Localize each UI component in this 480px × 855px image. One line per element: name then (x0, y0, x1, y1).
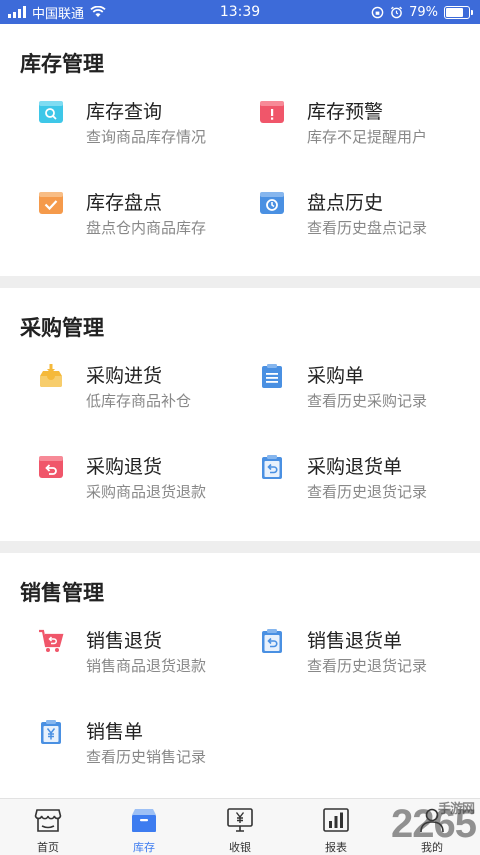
nav-inventory[interactable]: 库存 (96, 799, 192, 855)
bar-chart-icon (323, 808, 349, 832)
menu-item-title: 销售退货 (86, 630, 163, 652)
watermark-logo: 2265 手游网 (391, 801, 477, 847)
clipboard-return-icon (262, 629, 282, 653)
clipboard-list-icon (262, 364, 282, 388)
menu-item-subtitle: 采购商品退货退款 (86, 483, 207, 501)
section-sales: 销售管理 销售退货 销售商品退货退款 销售退货单 查看历史退货记录 销售单 查看… (0, 553, 480, 797)
menu-item-inventory-warning[interactable]: 库存预警 库存不足提醒用户 (259, 97, 479, 157)
nav-reports[interactable]: 报表 (288, 799, 384, 855)
clock: 13:39 (219, 4, 261, 20)
menu-item-subtitle: 库存不足提醒用户 (307, 128, 428, 146)
check-box-icon (39, 192, 63, 214)
menu-item-title: 销售退货单 (307, 630, 403, 652)
store-icon (34, 809, 62, 832)
menu-item-sales-order[interactable]: 销售单 查看历史销售记录 (38, 717, 258, 777)
menu-item-subtitle: 查询商品库存情况 (86, 128, 207, 146)
return-box-icon (39, 456, 63, 478)
menu-item-sales-return-order[interactable]: 销售退货单 查看历史退货记录 (259, 626, 479, 686)
menu-item-title: 库存查询 (86, 101, 163, 123)
menu-item-subtitle: 销售商品退货退款 (86, 657, 207, 675)
menu-item-purchase-stock[interactable]: 采购进货 低库存商品补仓 (38, 361, 258, 421)
menu-item-title: 采购退货单 (307, 456, 403, 478)
menu-item-inventory-query[interactable]: 库存查询 查询商品库存情况 (38, 97, 258, 157)
cashier-monitor-icon (227, 808, 253, 832)
section-divider (0, 541, 480, 553)
clipboard-yen-icon (41, 720, 61, 744)
inbox-download-icon (40, 364, 62, 387)
menu-item-subtitle: 查看历史销售记录 (86, 748, 207, 766)
menu-item-subtitle: 盘点仓内商品库存 (86, 219, 207, 237)
menu-item-purchase-return[interactable]: 采购退货 采购商品退货退款 (38, 452, 258, 512)
menu-item-subtitle: 查看历史盘点记录 (307, 219, 428, 237)
menu-item-count-history[interactable]: 盘点历史 查看历史盘点记录 (259, 188, 479, 248)
menu-item-subtitle: 低库存商品补仓 (86, 392, 192, 410)
nav-label: 首页 (37, 841, 59, 854)
menu-item-subtitle: 查看历史退货记录 (307, 483, 428, 501)
menu-item-purchase-return-order[interactable]: 采购退货单 查看历史退货记录 (259, 452, 479, 512)
section-title: 库存管理 (20, 52, 104, 76)
section-inventory: 库存管理 库存查询 查询商品库存情况 库存预警 库存不足提醒用户 库存盘点 盘点… (0, 24, 480, 274)
box-icon (132, 809, 156, 832)
status-bar: 中国联通 13:39 79% (0, 0, 480, 24)
clock-box-icon (260, 192, 284, 214)
menu-item-title: 库存盘点 (86, 192, 163, 214)
section-purchase: 采购管理 采购进货 低库存商品补仓 采购单 查看历史采购记录 采购退货 采购商品… (0, 288, 480, 540)
menu-item-title: 盘点历史 (307, 192, 384, 214)
menu-item-subtitle: 查看历史采购记录 (307, 392, 428, 410)
menu-item-title: 采购进货 (86, 365, 163, 387)
menu-item-title: 库存预警 (307, 101, 384, 123)
cart-return-icon (39, 629, 64, 652)
nav-label: 报表 (325, 841, 347, 854)
menu-item-inventory-count[interactable]: 库存盘点 盘点仓内商品库存 (38, 188, 258, 248)
warning-box-icon (260, 101, 284, 123)
section-title: 采购管理 (20, 316, 104, 340)
search-box-icon (39, 101, 63, 123)
bottom-nav: 首页 库存 收银 报表 我的 2265 手游网 (0, 798, 480, 855)
battery-icon (444, 5, 473, 19)
clipboard-return-icon (262, 455, 282, 479)
menu-item-title: 销售单 (86, 721, 144, 743)
watermark-subtext: 手游网 (437, 801, 475, 816)
menu-item-purchase-order[interactable]: 采购单 查看历史采购记录 (259, 361, 479, 421)
menu-item-title: 采购单 (307, 365, 365, 387)
menu-item-sales-return[interactable]: 销售退货 销售商品退货退款 (38, 626, 258, 686)
menu-item-title: 采购退货 (86, 456, 163, 478)
nav-label: 收银 (229, 841, 251, 854)
section-title: 销售管理 (20, 581, 104, 605)
menu-item-subtitle: 查看历史退货记录 (307, 657, 428, 675)
nav-cashier[interactable]: 收银 (192, 799, 288, 855)
nav-home[interactable]: 首页 (0, 799, 96, 855)
section-divider (0, 276, 480, 288)
nav-label: 库存 (133, 841, 155, 854)
